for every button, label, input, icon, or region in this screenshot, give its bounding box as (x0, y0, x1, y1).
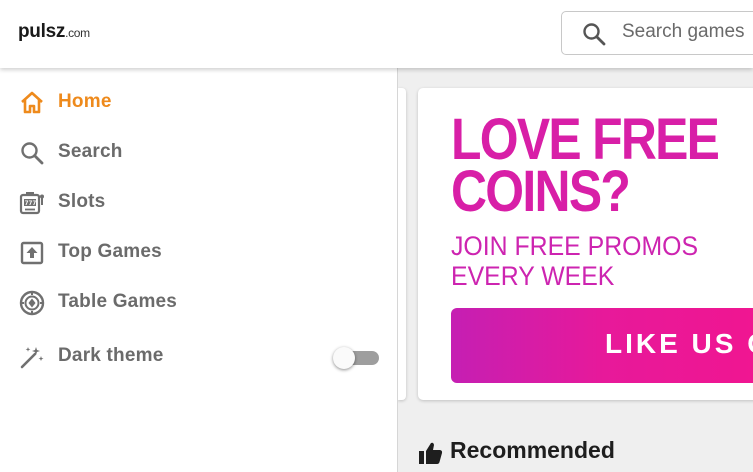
slot-machine-icon: 777 (19, 192, 44, 215)
promo-banner[interactable]: LOVE FREE COINS? JOIN FREE PROMOS EVERY … (418, 88, 753, 400)
like-us-button-label: LIKE US O (605, 328, 753, 359)
dark-theme-toggle[interactable] (333, 347, 381, 369)
promo-subtitle: JOIN FREE PROMOS EVERY WEEK (451, 231, 699, 291)
previous-banner-card[interactable] (398, 88, 406, 400)
svg-text:777: 777 (25, 199, 37, 207)
sidebar-item-slots[interactable]: 777 Slots (0, 178, 398, 228)
logo-domain: .com (65, 26, 90, 40)
dark-theme-icon (20, 347, 44, 369)
pulsz-logo[interactable]: pulsz.com (18, 21, 90, 43)
dark-theme-label: Dark theme (58, 345, 164, 366)
sidebar-item-search[interactable]: Search (0, 128, 398, 178)
like-us-button[interactable]: LIKE US O (451, 308, 753, 383)
upload-box-icon (20, 241, 44, 265)
toggle-thumb (333, 347, 355, 369)
sidebar-item-label: Search (58, 141, 123, 162)
search-icon (583, 23, 606, 46)
search-box[interactable] (561, 11, 753, 55)
recommended-title: Recommended (450, 437, 615, 463)
thumbs-up-icon (419, 442, 443, 464)
home-icon (21, 91, 43, 114)
sidebar-item-label: Home (58, 91, 112, 112)
search-input[interactable] (622, 21, 753, 43)
main-content: LOVE FREE COINS? JOIN FREE PROMOS EVERY … (398, 68, 753, 472)
casino-chip-icon (19, 290, 45, 316)
sidebar-item-top-games[interactable]: Top Games (0, 228, 398, 278)
sidebar-item-table-games[interactable]: Table Games (0, 278, 398, 328)
search-icon (21, 142, 44, 165)
sidebar: Home Search 777 Slots Top Games Table Ga… (0, 68, 398, 472)
logo-main: pulsz (18, 21, 66, 42)
top-bar: pulsz.com (0, 0, 753, 68)
sidebar-item-label: Top Games (58, 241, 162, 262)
sidebar-item-home[interactable]: Home (0, 78, 398, 128)
sidebar-item-label: Slots (58, 191, 106, 212)
promo-title: LOVE FREE COINS? (451, 107, 720, 224)
sidebar-item-label: Table Games (58, 291, 178, 312)
